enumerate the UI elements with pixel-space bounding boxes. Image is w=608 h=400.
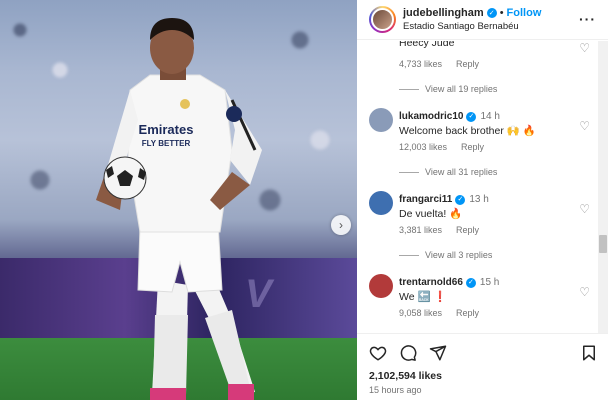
- comment-meta: 3,381 likes Reply: [399, 225, 479, 235]
- heart-icon[interactable]: [367, 342, 389, 364]
- view-replies-button[interactable]: View all 31 replies: [399, 167, 497, 177]
- next-media-button[interactable]: ›: [331, 215, 351, 235]
- post-timestamp[interactable]: 15 hours ago: [369, 385, 422, 395]
- comments-list: Heecy Jude ♡ 4,733 likes Reply View all 1…: [357, 41, 598, 333]
- comment-text: Welcome back brother 🙌 🔥: [399, 125, 536, 137]
- post-actions: 2,102,594 likes 15 hours ago: [357, 333, 608, 400]
- comment-time: 14 h: [480, 111, 500, 122]
- location-link[interactable]: Estadio Santiago Bernabéu: [403, 20, 541, 33]
- comment-likes[interactable]: 4,733 likes: [399, 59, 442, 69]
- post-media[interactable]: V Emirates FLY BETTER ›: [0, 0, 357, 400]
- like-count[interactable]: 2,102,594 likes: [369, 370, 442, 382]
- comment-meta: 9,058 likes Reply: [399, 308, 479, 318]
- reply-button[interactable]: Reply: [456, 225, 479, 235]
- shirt-sponsor: Emirates: [139, 122, 194, 137]
- comment-likes[interactable]: 9,058 likes: [399, 308, 442, 318]
- comment-likes[interactable]: 12,003 likes: [399, 142, 447, 152]
- follow-button[interactable]: Follow: [507, 7, 542, 20]
- more-icon[interactable]: ···: [579, 11, 596, 27]
- heart-icon[interactable]: ♡: [579, 202, 590, 216]
- heart-icon[interactable]: ♡: [579, 41, 590, 55]
- reply-button[interactable]: Reply: [456, 308, 479, 318]
- comment-time: 13 h: [469, 194, 489, 205]
- comment-username[interactable]: lukamodric10: [399, 109, 463, 124]
- verified-icon: ✓: [466, 111, 477, 122]
- separator-dot: •: [499, 6, 504, 19]
- comment-text: We 🔙 ❗: [399, 291, 447, 303]
- verified-icon: ✓: [465, 277, 476, 288]
- view-replies-button[interactable]: View all 19 replies: [399, 84, 497, 94]
- avatar[interactable]: [369, 108, 393, 132]
- view-replies-label: View all 19 replies: [425, 84, 498, 94]
- comment-username[interactable]: trentarnold66: [399, 275, 463, 290]
- reply-button[interactable]: Reply: [461, 142, 484, 152]
- verified-icon: ✓: [486, 8, 497, 18]
- shirt: [127, 74, 233, 233]
- avatar[interactable]: [369, 6, 396, 33]
- view-replies-label: View all 31 replies: [425, 167, 498, 177]
- comment-time: 15 h: [479, 277, 500, 288]
- reply-button[interactable]: Reply: [456, 59, 479, 69]
- player-photo: Emirates FLY BETTER: [96, 18, 262, 400]
- author-username[interactable]: judebellingham: [403, 7, 484, 20]
- comment-meta: 4,733 likes Reply: [399, 59, 479, 69]
- comment-text: De vuelta! 🔥: [399, 208, 463, 220]
- comment-likes[interactable]: 3,381 likes: [399, 225, 442, 235]
- bookmark-icon[interactable]: [578, 342, 600, 364]
- avatar[interactable]: [369, 191, 393, 215]
- post-header: judebellingham ✓ • Follow Estadio Santia…: [357, 0, 608, 40]
- scrollbar-thumb[interactable]: [599, 235, 607, 253]
- heart-icon[interactable]: ♡: [579, 285, 590, 299]
- clipped-comment-text: Heecy Jude: [399, 41, 455, 49]
- heart-icon[interactable]: ♡: [579, 119, 590, 133]
- shirt-sponsor-tagline: FLY BETTER: [142, 139, 191, 148]
- comment-username[interactable]: frangarci11: [399, 192, 452, 207]
- share-icon[interactable]: [427, 342, 449, 364]
- post-side-panel: judebellingham ✓ • Follow Estadio Santia…: [357, 0, 608, 400]
- comment-icon[interactable]: [397, 342, 419, 364]
- avatar[interactable]: [369, 274, 393, 298]
- view-replies-button[interactable]: View all 3 replies: [399, 250, 492, 260]
- verified-icon: ✓: [455, 194, 466, 205]
- view-replies-label: View all 3 replies: [425, 250, 493, 260]
- comment-meta: 12,003 likes Reply: [399, 142, 484, 152]
- chevron-right-icon: ›: [339, 218, 343, 232]
- comments-scrollbar[interactable]: [598, 41, 608, 333]
